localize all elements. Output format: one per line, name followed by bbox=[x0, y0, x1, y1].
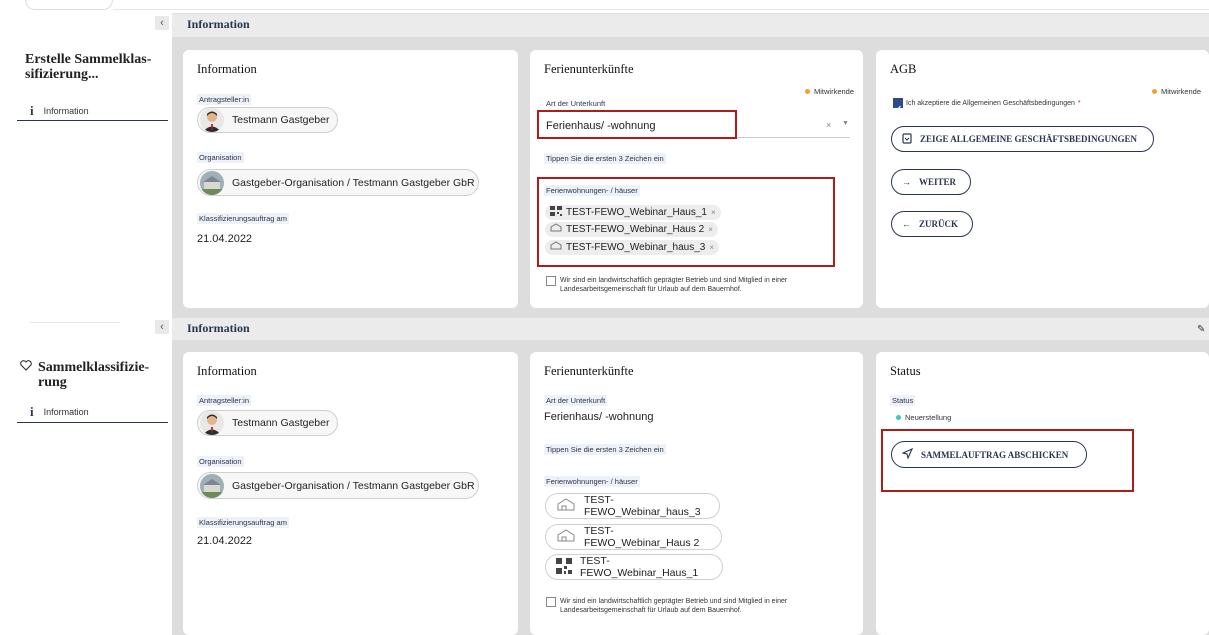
top-type-hint: Tippen Sie die ersten 3 Zeichen ein bbox=[544, 153, 666, 164]
top-accommodation-badge: Mitwirkende bbox=[805, 87, 854, 96]
top-header-bar bbox=[172, 13, 1209, 37]
bottom-sidebar-title: Sammelklassifizie-rung bbox=[20, 360, 160, 390]
document-icon bbox=[902, 132, 912, 146]
top-organisation-label: Organisation bbox=[197, 152, 244, 163]
qr-code-icon bbox=[556, 557, 572, 577]
bottom-sidebar-item-information[interactable]: i Information bbox=[30, 404, 89, 420]
top-header-title: Information bbox=[187, 17, 250, 31]
arrow-right-icon: → bbox=[902, 177, 911, 187]
top-house-chip-1[interactable]: TEST-FEWO_Webinar_Haus_1 × bbox=[545, 205, 721, 220]
bottom-collapse-sidebar-button[interactable]: ‹ bbox=[155, 320, 169, 334]
top-agb-badge: Mitwirkende bbox=[1152, 87, 1201, 96]
bottom-status-title: Status bbox=[890, 364, 921, 378]
top-house-chip-2[interactable]: TEST-FEWO_Webinar_Haus 2 × bbox=[545, 222, 718, 237]
top-house-chip-3[interactable]: TEST-FEWO_Webinar_haus_3 × bbox=[545, 240, 719, 255]
house-sketch-icon bbox=[550, 241, 562, 254]
bottom-type-label: Art der Unterkunft bbox=[544, 395, 608, 406]
top-date-value: 21.04.2022 bbox=[197, 233, 253, 245]
bottom-accommodation-title: Ferienunterkünfte bbox=[544, 364, 634, 378]
bottom-house-chip-3[interactable]: TEST-FEWO_Webinar_Haus_1 bbox=[545, 554, 723, 580]
top-information-title: Information bbox=[197, 62, 257, 76]
info-icon: i bbox=[30, 404, 34, 419]
bottom-status-label: Status bbox=[890, 395, 916, 406]
bottom-applicant-label: Antragsteller:in bbox=[197, 395, 252, 406]
send-icon bbox=[901, 447, 914, 461]
bottom-tab-line bbox=[30, 322, 120, 323]
house-sketch-icon bbox=[556, 497, 576, 515]
top-tab-stub bbox=[25, 0, 113, 10]
top-farm-checkbox-row[interactable]: Wir sind ein landwirtschaftlich geprägte… bbox=[546, 276, 846, 294]
bottom-type-hint: Tippen Sie die ersten 3 Zeichen ein bbox=[544, 444, 666, 455]
top-tab-line bbox=[113, 9, 1209, 10]
house-sketch-icon bbox=[550, 223, 562, 236]
checkbox[interactable] bbox=[546, 597, 556, 607]
organisation-image-icon bbox=[200, 170, 224, 195]
remove-icon[interactable]: × bbox=[711, 208, 716, 217]
submit-collective-order-button[interactable]: SAMMELAUFTRAG ABSCHICKEN bbox=[891, 441, 1087, 468]
person-avatar-icon bbox=[200, 411, 224, 435]
bottom-header-title: Information bbox=[187, 321, 250, 335]
top-type-highlight bbox=[537, 110, 737, 139]
bottom-farm-checkbox-row[interactable]: Wir sind ein landwirtschaftlich geprägte… bbox=[546, 597, 846, 615]
top-collapse-sidebar-button[interactable]: ‹ bbox=[155, 16, 169, 30]
top-applicant-chip: Testmann Gastgeber bbox=[197, 107, 338, 133]
remove-icon[interactable]: × bbox=[709, 243, 714, 252]
qr-code-icon bbox=[550, 206, 562, 219]
top-houses-label: Ferienwohnungen- / häuser bbox=[544, 185, 640, 196]
top-agb-title: AGB bbox=[890, 62, 917, 76]
bottom-house-chip-2[interactable]: TEST-FEWO_Webinar_Haus 2 bbox=[545, 524, 722, 550]
remove-icon[interactable]: × bbox=[708, 225, 713, 234]
clear-icon[interactable]: × bbox=[826, 120, 831, 130]
bottom-houses-label: Ferienwohnungen- / häuser bbox=[544, 476, 640, 487]
bottom-header-bar bbox=[172, 318, 1209, 340]
bottom-status-value: Neuerstellung bbox=[896, 413, 951, 422]
bottom-status-card bbox=[876, 352, 1209, 635]
bottom-house-chip-1[interactable]: TEST-FEWO_Webinar_haus_3 bbox=[545, 493, 720, 519]
arrow-left-icon: ← bbox=[902, 219, 911, 229]
back-button[interactable]: ← ZURÜCK bbox=[891, 211, 973, 237]
organisation-image-icon bbox=[200, 473, 224, 498]
bottom-date-label: Klassifizierungsauftrag am bbox=[197, 517, 289, 528]
top-applicant-label: Antragsteller:in bbox=[197, 94, 252, 105]
bottom-organisation-chip: Gastgeber-Organisation / Testmann Gastge… bbox=[197, 472, 479, 499]
top-accommodation-title: Ferienunterkünfte bbox=[544, 62, 634, 76]
chevron-down-icon[interactable]: ▼ bbox=[842, 120, 849, 127]
top-organisation-chip: Gastgeber-Organisation / Testmann Gastge… bbox=[197, 169, 479, 196]
show-terms-button[interactable]: ZEIGE ALLGEMEINE GESCHÄFTSBEDINGUNGEN bbox=[891, 126, 1154, 152]
top-sidebar-title: Erstelle Sammelklas-sifizierung... bbox=[25, 52, 152, 82]
top-date-label: Klassifizierungsauftrag am bbox=[197, 213, 289, 224]
checked-checkbox[interactable] bbox=[893, 98, 903, 111]
person-avatar-icon bbox=[200, 108, 224, 132]
bottom-date-value: 21.04.2022 bbox=[197, 535, 253, 547]
top-accept-terms-row[interactable]: Ich akzeptiere die Allgemeinen Geschäfts… bbox=[893, 98, 1081, 111]
top-type-label: Art der Unterkunft bbox=[546, 99, 606, 108]
top-sidebar-underline bbox=[17, 120, 168, 121]
checkbox[interactable] bbox=[546, 276, 556, 286]
info-icon: i bbox=[30, 103, 34, 118]
top-sidebar-item-information[interactable]: i Information bbox=[30, 103, 89, 119]
bottom-type-value: Ferienhaus/ -wohnung bbox=[544, 411, 654, 423]
house-sketch-icon bbox=[556, 528, 576, 546]
bottom-organisation-label: Organisation bbox=[197, 456, 244, 467]
bottom-information-title: Information bbox=[197, 364, 257, 378]
bottom-applicant-chip: Testmann Gastgeber bbox=[197, 410, 338, 436]
bottom-sidebar-underline bbox=[17, 422, 168, 423]
heart-icon[interactable] bbox=[20, 360, 32, 390]
next-button[interactable]: → WEITER bbox=[891, 169, 971, 195]
edit-icon[interactable]: ✎ bbox=[1197, 324, 1205, 335]
